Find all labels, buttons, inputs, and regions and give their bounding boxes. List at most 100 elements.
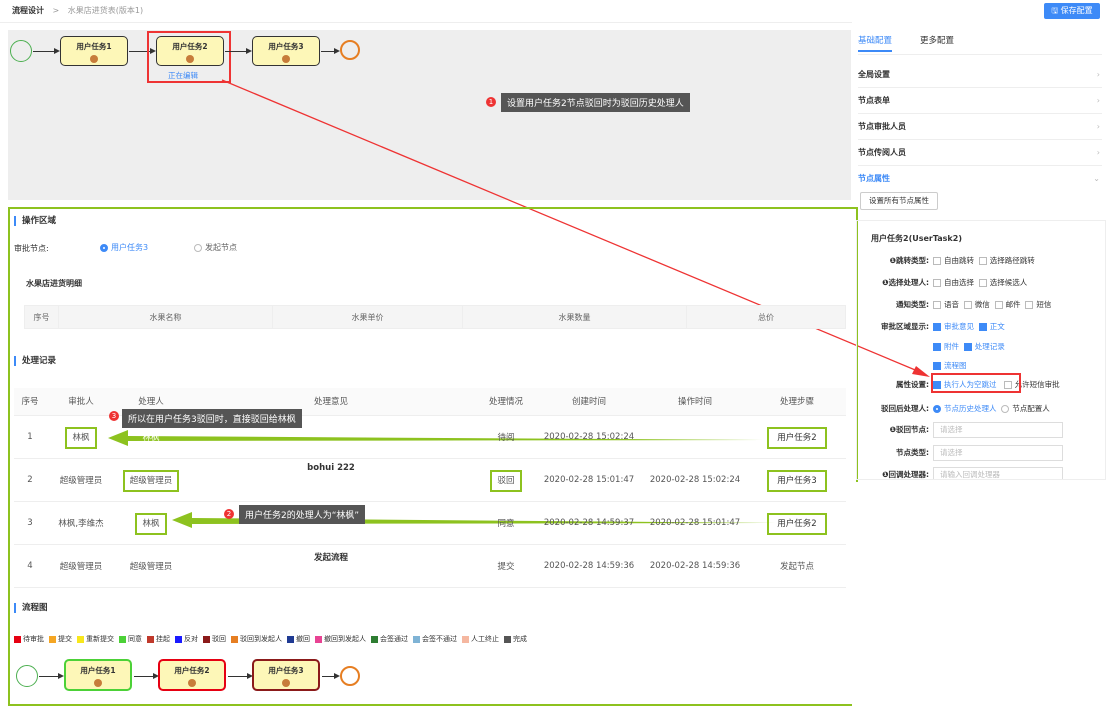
legend-label: 人工终止 [471,635,499,643]
radio-selected[interactable] [100,243,108,252]
node-property-form: 用户任务2(UserTask2) ❶跳转类型: 自由跳转 选择路径跳转 ❶选择处理… [856,220,1106,480]
highlight-cell: 驳回 [490,469,522,492]
legend-label: 驳回 [212,635,226,643]
checkbox[interactable] [978,257,987,265]
reject-node-select[interactable]: 请选择 [933,422,1063,438]
menu-global-settings[interactable]: 全局设置 › [858,62,1102,88]
menu-node-circulators[interactable]: 节点传阅人员 › [858,140,1102,166]
checkbox-checked[interactable] [933,343,941,351]
checkbox[interactable] [933,279,941,287]
checkbox[interactable] [933,301,941,309]
radio[interactable] [194,243,202,252]
cell: 发起节点 [779,561,814,572]
checkbox[interactable] [933,257,941,265]
status-flowchart: 用户任务1 用户任务2 用户任务3 [16,655,456,695]
cell: 2020-02-28 15:01:47 [543,474,635,485]
flowchart-legend: 待审批 提交 重新提交 同意 挂起 反对 驳回 驳回到发起人 撤回 撤回到发起人 会签通过 会签不通过… [14,634,532,644]
cell: 1 [27,431,33,442]
cell: 用户任务2 [748,415,846,458]
checkbox[interactable] [963,301,972,309]
legend-swatch [14,635,21,643]
field-label: ❶选择处理人: [882,278,929,287]
radio[interactable] [1001,405,1010,413]
legend-item: 会签不通过 [413,635,457,643]
legend-swatch [49,635,56,643]
menu-node-form[interactable]: 节点表单 › [858,88,1102,114]
legend-swatch [119,635,126,643]
cell: 2 [27,474,33,485]
option-label: 流程图 [944,361,967,370]
start-event [16,665,38,687]
area-display-row-3: 流程图 [933,360,967,371]
table-row: 4 超级管理员 超级管理员 发起流程 提交 2020-02-28 14:59:3… [14,544,846,587]
menu-node-properties[interactable]: 节点属性 ⌄ [858,166,1102,192]
cell: 3 [27,517,33,528]
legend-item: 人工终止 [462,635,499,643]
checkbox-checked[interactable] [933,362,941,370]
cell: 4 [27,560,33,571]
operate-area-title: 操作区域 [14,216,56,226]
menu-label: 节点属性 [858,174,890,183]
option-label: 附件 [944,342,959,351]
legend-swatch [371,635,378,643]
column-header: 序号 [24,305,59,329]
column-header: 处理步骤 [779,397,814,408]
set-all-properties-button[interactable]: 设置所有节点属性 [860,192,938,210]
cell [642,415,748,458]
legend-label: 同意 [128,635,142,643]
column-header: 水果数量 [462,305,687,329]
legend-label: 重新提交 [86,635,114,643]
annotation-number-3: 3 [109,411,119,421]
reject-handler-row: 驳回后处理人: 节点历史处理人 节点配置人 [857,403,1050,414]
highlight-cell: 用户任务2 [767,426,827,449]
option-label: 审批意见 [944,322,974,331]
menu-label: 节点表单 [858,96,890,105]
table-row: 3 林枫,李维杰 林枫 同意 2020-02-28 14:59:37 2020-… [14,501,846,544]
legend-swatch [203,635,210,643]
cell: 驳回 [476,458,536,501]
chevron-down-icon: ⌄ [1093,174,1100,183]
checkbox-checked[interactable] [933,323,941,331]
legend-item: 重新提交 [77,635,114,643]
table-row: 2 超级管理员 超级管理员 bohui 222 驳回 2020-02-28 15… [14,458,846,501]
annotation-number-2: 2 [224,509,234,519]
end-event [340,666,360,686]
user-icon [188,679,196,687]
option-label: 语音 [944,300,959,309]
node-type-row: 节点类型: 请选择 [857,445,1063,461]
cell: bohui 222 [307,462,355,473]
cell: 用户任务3 [748,458,846,501]
checkbox-checked[interactable] [963,343,972,351]
legend-label: 提交 [58,635,72,643]
callback-input[interactable]: 请输入回调处理器 [933,467,1063,479]
legend-swatch [504,635,511,643]
checkbox[interactable] [1025,301,1034,309]
legend-label: 会签通过 [380,635,408,643]
legend-label: 挂起 [156,635,170,643]
option-label: 自由选择 [944,278,974,287]
menu-label: 节点传阅人员 [858,148,906,157]
field-label: 审批区域显示: [881,322,929,331]
column-header: 序号 [21,397,39,408]
checkbox[interactable] [978,279,987,287]
column-header: 创建时间 [571,397,606,408]
highlight-box [931,373,1021,393]
detail-table: 序号 水果名称 水果单价 水果数量 总价 [24,305,846,329]
tab-more-config[interactable]: 更多配置 [920,34,954,46]
legend-label: 驳回到发起人 [240,635,282,643]
radio-selected[interactable] [933,405,941,413]
option-label: 节点历史处理人 [944,404,997,413]
tab-basic-config[interactable]: 基础配置 [858,34,893,52]
approve-node-option-start[interactable]: 发起节点 [194,242,237,253]
option-label: 用户任务3 [111,243,149,252]
legend-item: 驳回到发起人 [231,635,282,643]
cell: 2020-02-28 15:01:47 [649,517,741,528]
menu-node-approvers[interactable]: 节点审批人员 › [858,114,1102,140]
notify-row: 通知类型: 语音 微信 邮件 短信 [857,299,1051,310]
chevron-right-icon: › [1096,122,1100,131]
node-type-select[interactable]: 请选择 [933,445,1063,461]
checkbox[interactable] [994,301,1003,309]
legend-item: 待审批 [14,635,44,643]
approve-node-option-task3[interactable]: 用户任务3 [100,242,148,253]
checkbox-checked[interactable] [978,323,987,331]
